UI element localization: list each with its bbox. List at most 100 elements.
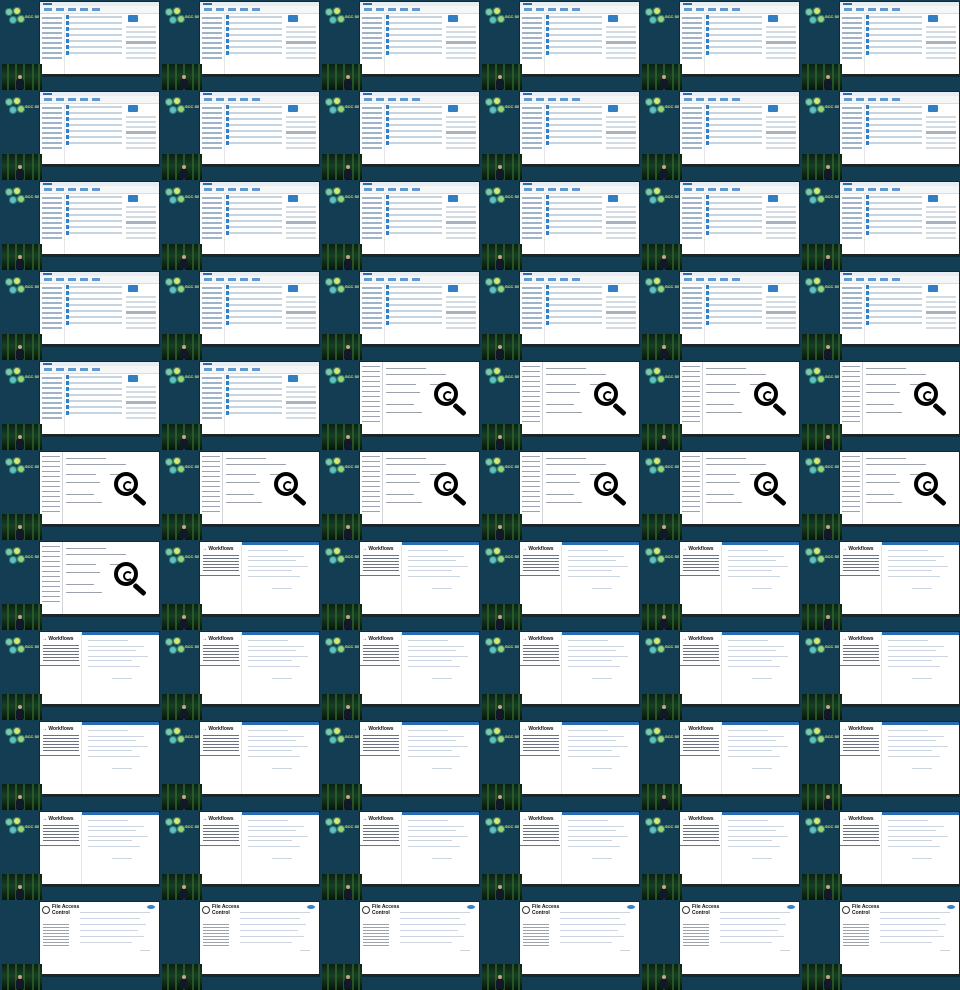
logo-dot [813,97,821,105]
video-frame: SCC SECURE [160,270,320,360]
setting-line [546,384,576,385]
file-row [866,297,922,301]
slide-bottom-bar [520,884,639,886]
slide-screen: → Workflows [680,722,799,796]
panel-row [728,740,776,741]
ribbon-button [216,188,224,191]
panel-titlebar [402,632,479,635]
slide-screen: → Workflows [520,632,639,706]
file-row [546,45,602,49]
nav-item [42,132,62,134]
eye-icon [947,905,955,909]
sidebar-item [522,486,540,487]
logo-dot [333,187,341,195]
properties-dialog [926,296,956,332]
presenter-body [660,169,668,179]
setting-line [866,474,896,475]
file-row [386,303,442,307]
workflow-list [203,825,239,843]
property-row [926,216,956,218]
panel-row [408,656,468,657]
property-row [126,26,156,28]
access-row [80,942,132,943]
logo-dot [333,457,341,465]
logo-dot [13,187,21,195]
presenter-camera [802,244,842,270]
sidebar-item [42,576,60,577]
logo-dot [649,376,657,384]
setting-line [866,494,894,495]
presenter-camera [482,604,522,630]
video-frame: SCC SECURE → Workflows [480,720,640,810]
sidebar-item [842,411,860,412]
nav-item [682,42,702,44]
presenter [660,345,668,359]
slide-screen [520,272,639,346]
workflow-item [43,747,79,748]
presenter [496,975,504,989]
sidebar-item [202,476,220,477]
nav-item [842,312,862,314]
setting-line [706,494,734,495]
logo-dot [177,15,185,23]
ribbon-button [536,8,544,11]
bamboo-stripe [38,64,40,90]
property-row [926,116,956,118]
workflow-divider [840,665,880,666]
slide-screen [680,182,799,256]
bamboo-stripe [175,514,177,540]
sidebar-item [842,406,860,407]
nav-item [682,57,702,59]
bamboo-stripe [678,244,680,270]
logo-dot [177,195,185,203]
file-row [226,207,282,211]
slide-screen: → Workflows [40,632,159,706]
bamboo-stripe [672,154,674,180]
logo-dot [17,735,25,743]
ribbon-button [412,98,420,101]
properties-dialog [126,206,156,242]
workflow-list [683,735,719,753]
sidebar-item [42,601,60,602]
logo-dot [173,547,181,555]
ribbon-toolbar [200,96,319,104]
bamboo-stripe [167,334,169,360]
file-row [706,195,762,199]
ribbon-toolbar [840,96,959,104]
bamboo-stripe [352,874,354,900]
presenter-camera [322,874,362,900]
bamboo-stripe [655,334,657,360]
access-row [240,942,292,943]
ribbon-button [92,98,100,101]
setting-line [386,474,416,475]
ribbon-button [228,188,236,191]
property-row [606,216,636,218]
slide-bottom-bar [520,254,639,256]
logo-dot [177,285,185,293]
nav-item [522,112,542,114]
slide-screen [200,182,319,256]
presenter-body [344,439,352,449]
ribbon-button [684,188,692,191]
logo-dot [657,105,665,113]
presenter-camera [162,64,202,90]
panel-row [888,566,948,567]
panel-row [728,556,784,557]
magnifier-handle [292,492,307,507]
presenter-body [660,979,668,989]
sidebar-item [842,471,860,472]
panel-titlebar [242,632,319,635]
logo-dot [165,728,173,736]
property-row [446,47,476,49]
panel-titlebar [882,812,959,815]
logo-dot [9,646,17,654]
setting-line [386,482,420,483]
nav-item [842,137,862,139]
property-row [126,121,156,123]
presenter [496,345,504,359]
slide-screen [200,92,319,166]
ribbon-button [548,98,556,101]
panel-row [568,736,624,737]
panel-row [408,646,464,647]
workflow-item [523,747,559,748]
